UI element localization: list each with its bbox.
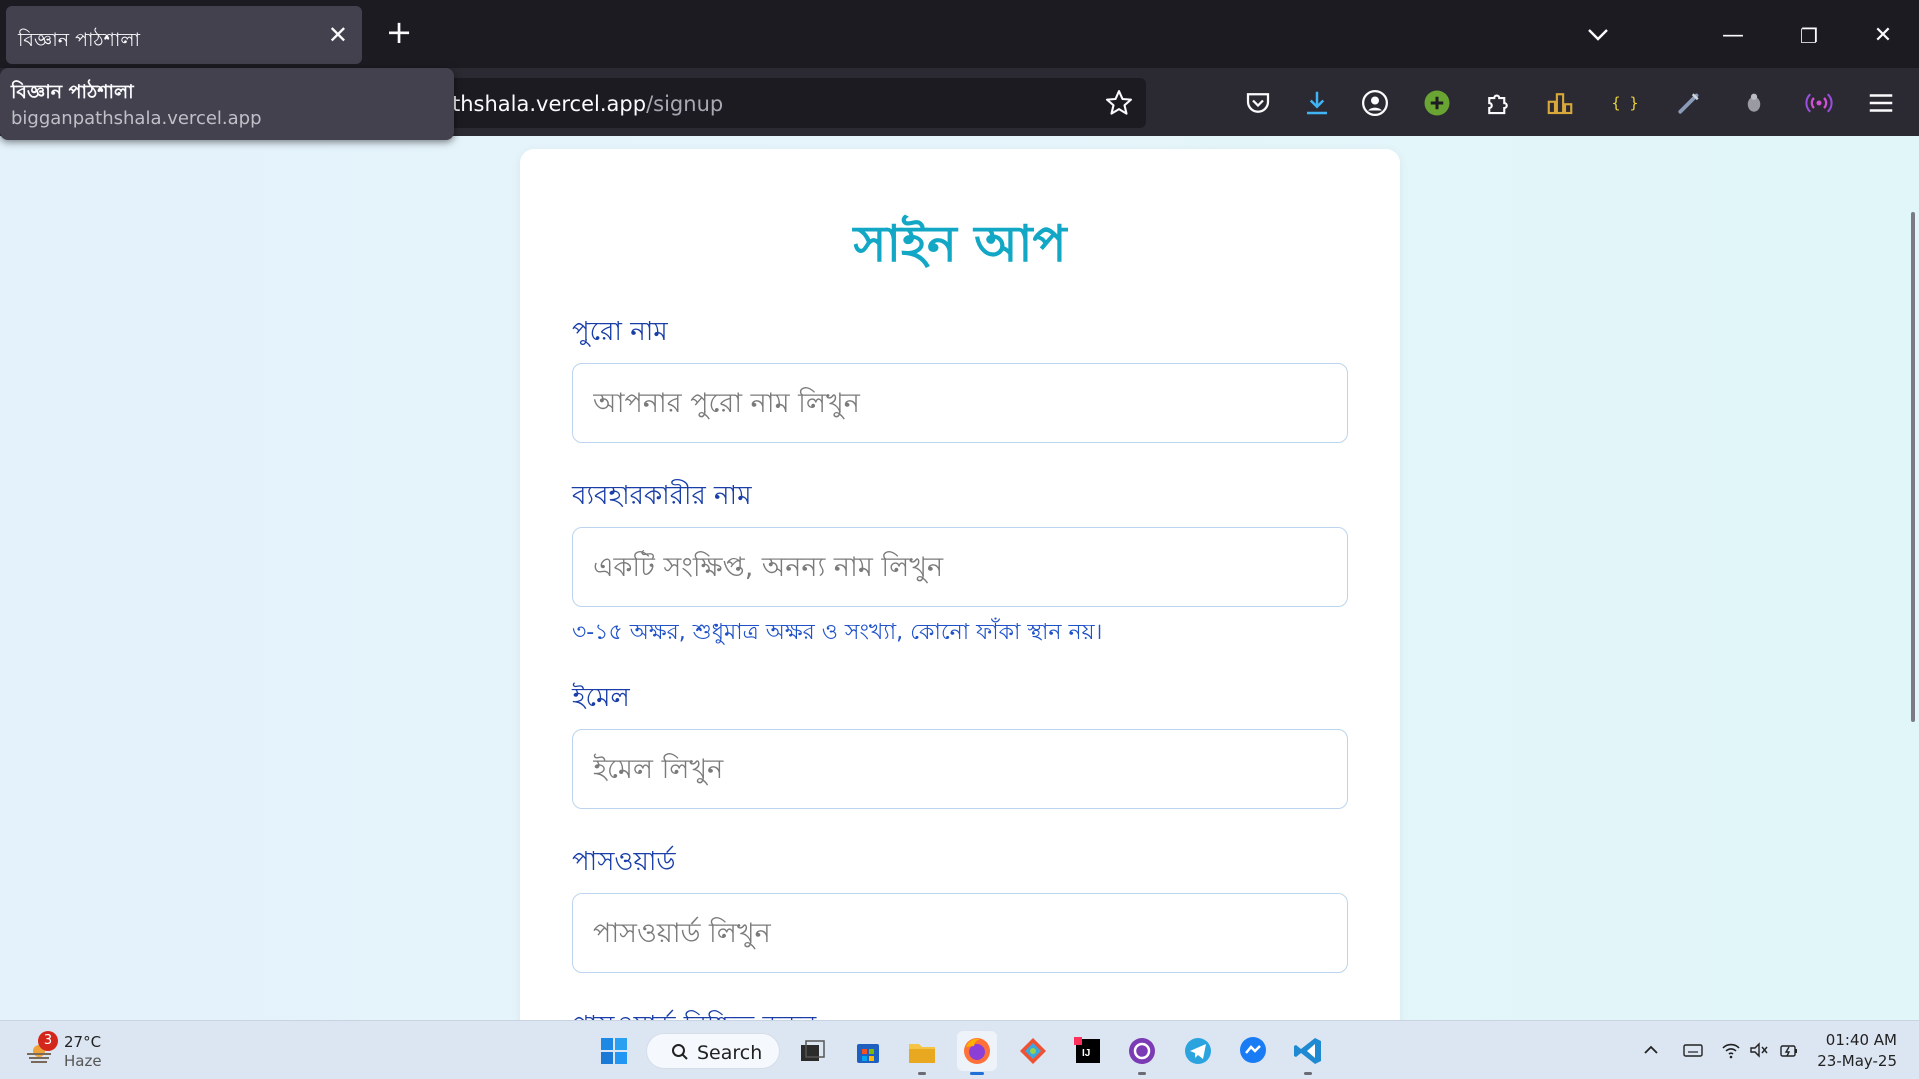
signup-card: সাইন আপ পুরো নাম ব্যবহারকারীর নাম ৩-১৫ অ… [520,149,1400,1020]
firefox-icon[interactable] [957,1031,997,1075]
bookmark-star-icon[interactable] [1104,88,1134,118]
intellij-icon[interactable]: IJ [1068,1031,1108,1071]
running-indicator [1304,1072,1312,1075]
weather-badge: 3 [38,1031,58,1051]
email-label: ইমেল [572,683,630,713]
url-text: thshala.vercel.app/signup [452,92,723,116]
page-scrollbar[interactable] [1911,212,1915,722]
extension-chart-icon[interactable] [1545,88,1575,118]
weather-widget[interactable]: 3 27°C Haze [22,1031,112,1071]
new-tab-button[interactable]: + [382,16,416,50]
weather-temp: 27°C [64,1033,102,1051]
battery-icon[interactable] [1778,1039,1800,1061]
svg-text:{ }: { } [1611,94,1638,112]
minimize-button[interactable]: — [1710,16,1756,56]
password-label: পাসওয়ার্ড [572,847,676,877]
tab-tooltip: বিজ্ঞান পাঠশালা bigganpathshala.vercel.a… [0,68,454,140]
taskbar-search[interactable]: Search [646,1033,780,1069]
search-label: Search [697,1042,763,1064]
extension-broadcast-icon[interactable] [1804,88,1834,118]
vscode-icon[interactable] [1288,1031,1328,1075]
tab-close-icon[interactable]: ✕ [328,21,348,49]
running-indicator [1138,1072,1146,1075]
page-title: সাইন আপ [853,215,1067,273]
extension-green-icon[interactable] [1422,88,1452,118]
store-icon[interactable] [848,1031,888,1071]
file-explorer-icon[interactable] [902,1031,942,1075]
pocket-icon[interactable] [1243,88,1273,118]
page-viewport: সাইন আপ পুরো নাম ব্যবহারকারীর নাম ৩-১৫ অ… [0,136,1919,1020]
tooltip-title: বিজ্ঞান পাঠশালা [11,81,134,103]
chevron-up-icon[interactable] [1640,1039,1662,1061]
telegram-icon[interactable] [1178,1031,1218,1071]
tab-title: বিজ্ঞান পাঠশালা [18,29,141,51]
url-host: thshala.vercel.app [452,92,647,116]
full-name-input[interactable] [572,363,1348,443]
clock-time[interactable]: 01:40 AM [1826,1031,1897,1049]
username-input[interactable] [572,527,1348,607]
tab-strip: বিজ্ঞান পাঠশালা ✕ + — ❐ ✕ [0,0,1919,68]
volume-muted-icon[interactable] [1748,1039,1770,1061]
restore-button[interactable]: ❐ [1786,16,1832,56]
downloads-icon[interactable] [1302,88,1332,118]
chevron-down-icon[interactable] [1580,20,1616,50]
keyboard-icon[interactable] [1682,1039,1704,1061]
extension-json-icon[interactable]: { } [1610,88,1640,118]
extension-pen-icon[interactable] [1674,88,1704,118]
start-icon[interactable] [594,1031,634,1071]
email-input[interactable] [572,729,1348,809]
menu-icon[interactable] [1866,88,1896,118]
username-label: ব্যবহারকারীর নাম [572,481,752,511]
url-path: /signup [646,92,724,116]
username-hint: ৩-১৫ অক্ষর, শুধুমাত্র অক্ষর ও সংখ্যা, কো… [572,620,1103,645]
wifi-icon[interactable] [1720,1039,1742,1061]
svg-text:IJ: IJ [1082,1048,1090,1059]
clock-date[interactable]: 23-May-25 [1817,1052,1897,1070]
password-input[interactable] [572,893,1348,973]
confirm-password-label: পাসওয়ার্ড নিশ্চিত করুন [572,1005,816,1020]
extension-bug-icon[interactable] [1739,88,1769,118]
browser-tab[interactable]: বিজ্ঞান পাঠশালা ✕ [6,6,362,64]
weather-desc: Haze [64,1052,102,1070]
messenger-icon[interactable] [1233,1031,1273,1071]
tooltip-url: bigganpathshala.vercel.app [11,108,262,129]
github-desktop-icon[interactable] [1122,1031,1162,1075]
task-view-icon[interactable] [792,1031,832,1071]
search-icon [672,1044,688,1060]
extensions-icon[interactable] [1483,88,1513,118]
window-close-button[interactable]: ✕ [1860,16,1906,56]
git-icon[interactable] [1013,1031,1053,1071]
full-name-label: পুরো নাম [572,317,668,347]
running-indicator [918,1072,926,1075]
taskbar: 3 27°C Haze Search IJ 01:40 AM 23-May-25 [0,1020,1919,1079]
account-icon[interactable] [1360,88,1390,118]
active-indicator [970,1072,984,1075]
address-bar[interactable]: thshala.vercel.app/signup [370,78,1146,128]
